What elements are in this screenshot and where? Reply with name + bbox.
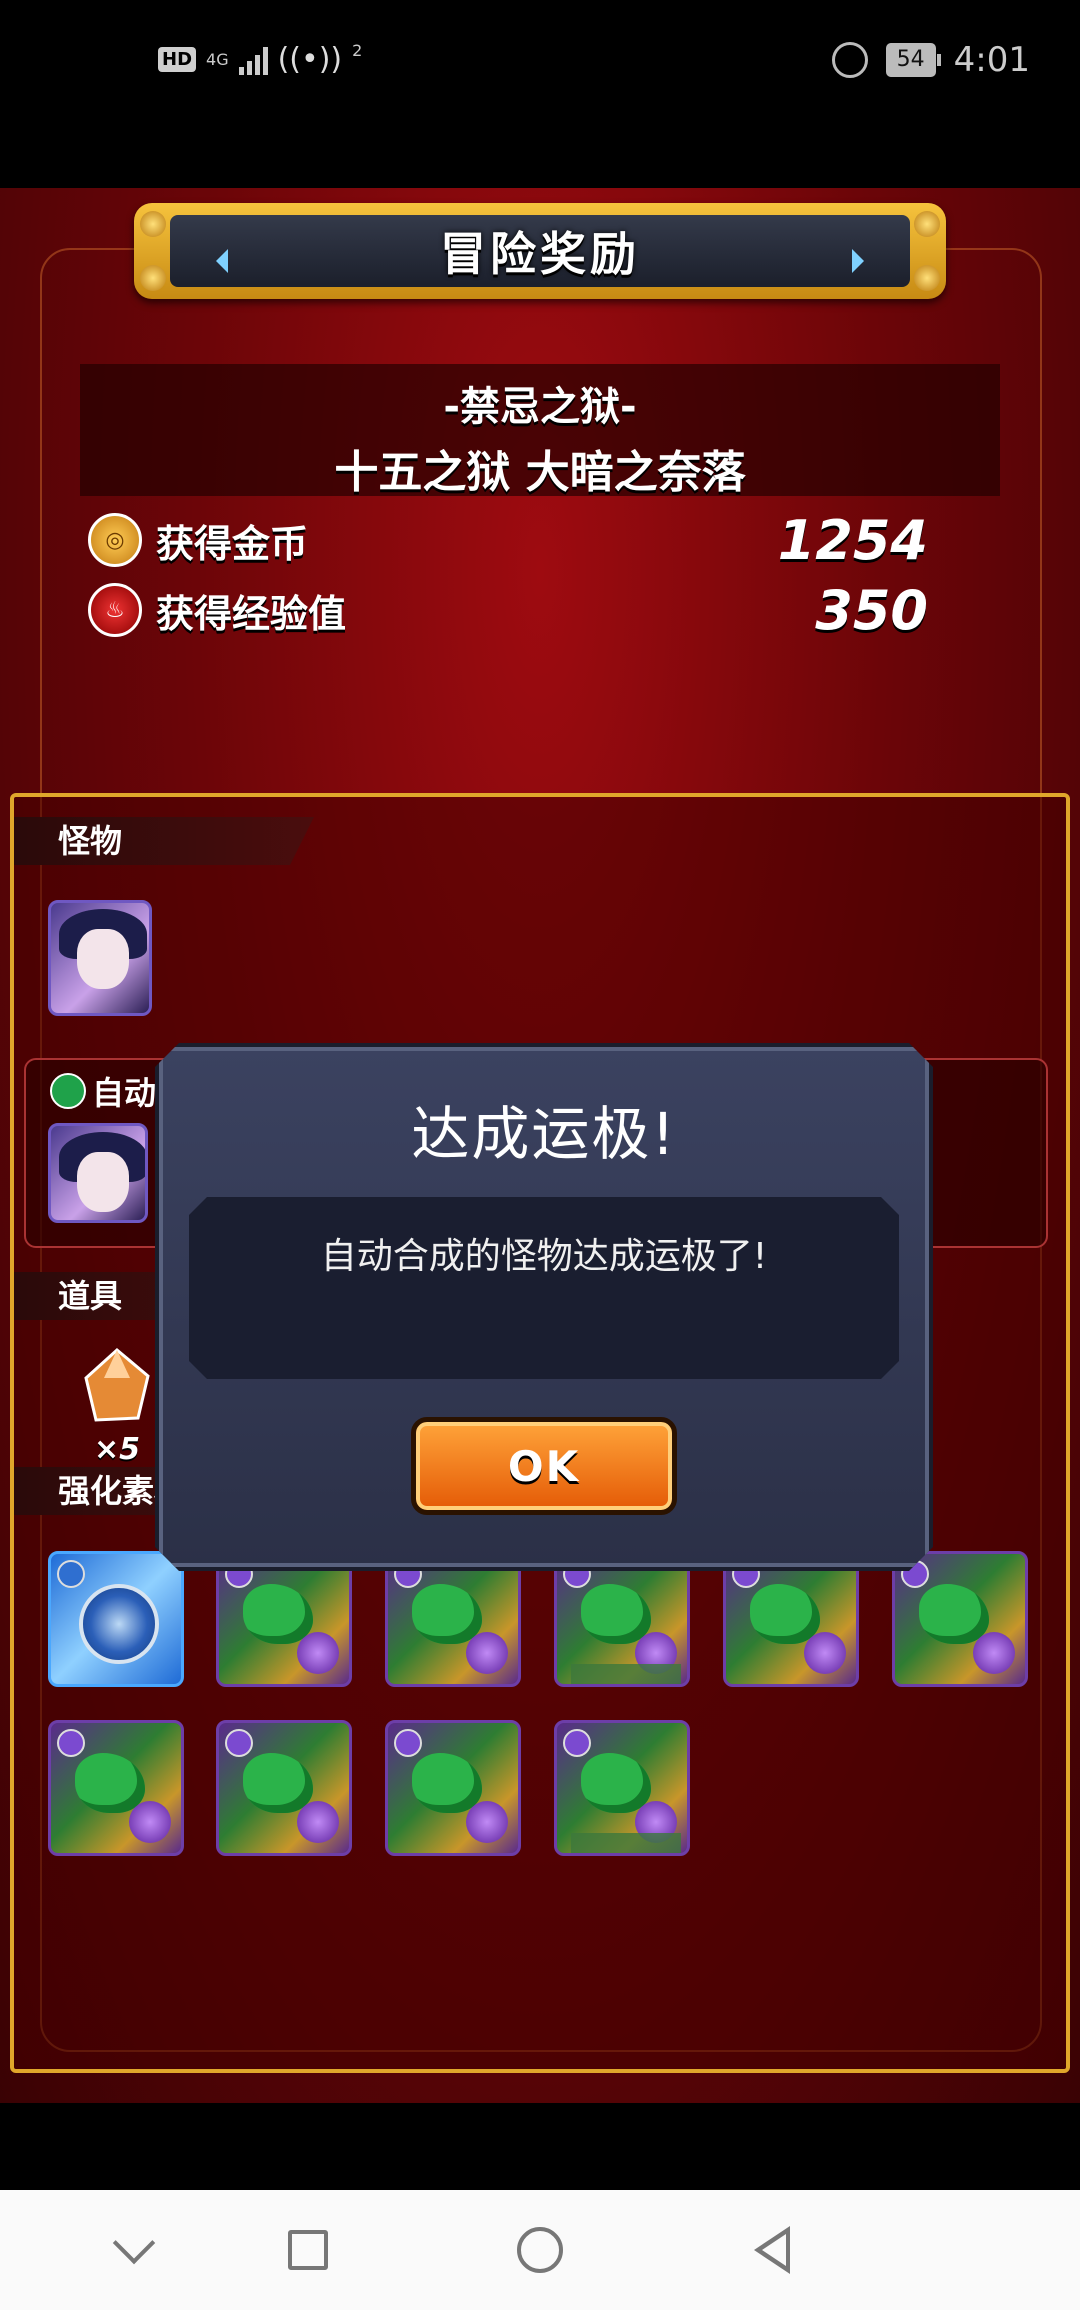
green-dragon-material-icon xyxy=(412,1753,482,1813)
alarm-icon xyxy=(831,42,868,78)
coin-icon: ◎ xyxy=(88,513,142,567)
gold-reward-row: ◎ 获得金币 1254 xyxy=(88,508,928,572)
bolt-decoration xyxy=(914,211,940,237)
element-badge-icon xyxy=(225,1729,253,1757)
nav-collapse-button[interactable] xyxy=(104,2220,164,2280)
jewel-icon xyxy=(297,1801,339,1843)
hotspot-count: 2 xyxy=(352,40,363,60)
ok-button[interactable]: OK xyxy=(411,1417,677,1515)
gold-label: 获得金币 xyxy=(156,521,309,566)
green-dragon-material-icon xyxy=(750,1584,820,1644)
nav-recents-button[interactable] xyxy=(278,2220,338,2280)
dialog-message: 自动合成的怪物达成运极了! xyxy=(320,1236,768,1277)
arrow-right-icon xyxy=(852,249,864,273)
material-slot[interactable] xyxy=(385,1551,521,1687)
orange-crystal-icon xyxy=(84,1348,150,1422)
stage-info: -禁忌之狱- 十五之狱 大暗之奈落 xyxy=(80,364,1000,498)
nav-home-button[interactable] xyxy=(510,2220,570,2280)
home-icon xyxy=(517,2227,563,2273)
material-slot[interactable] xyxy=(892,1551,1028,1687)
green-dragon-material-icon xyxy=(412,1584,482,1644)
element-badge-icon xyxy=(563,1729,591,1757)
exp-reward-row: ♨ 获得经验值 350 xyxy=(88,578,928,642)
gold-value: 1254 xyxy=(777,508,928,572)
material-slot[interactable] xyxy=(385,1720,521,1856)
green-dragon-material-icon xyxy=(75,1753,145,1813)
auto-label-text: 自动 xyxy=(92,1074,157,1112)
ok-button-label: OK xyxy=(507,1441,581,1491)
network-type: 4G xyxy=(206,49,229,69)
element-badge-icon xyxy=(394,1729,422,1757)
system-nav-bar xyxy=(0,2190,1080,2310)
material-tag xyxy=(571,1833,681,1853)
material-slot[interactable] xyxy=(216,1551,352,1687)
title-plate: 冒险奖励 xyxy=(170,215,910,287)
dialog-title: 达成运极! xyxy=(411,1100,677,1168)
arrow-left-icon xyxy=(216,249,228,273)
stage-name: 十五之狱 大暗之奈落 xyxy=(334,447,746,498)
material-tag xyxy=(571,1664,681,1684)
material-slot[interactable] xyxy=(723,1551,859,1687)
jewel-icon xyxy=(466,1801,508,1843)
jewel-icon xyxy=(466,1632,508,1674)
jewel-icon xyxy=(804,1632,846,1674)
status-bar: HD 4G ((•)) 2 54 4:01 xyxy=(0,0,1080,130)
chevron-down-icon xyxy=(112,2221,156,2265)
title-banner: 冒险奖励 xyxy=(134,203,946,299)
monster-card[interactable] xyxy=(48,1123,148,1223)
green-dragon-material-icon xyxy=(243,1584,313,1644)
hd-badge: HD xyxy=(158,47,197,72)
signal-icon xyxy=(238,45,268,75)
bolt-decoration xyxy=(914,265,940,291)
back-icon xyxy=(754,2226,790,2274)
material-slot[interactable] xyxy=(216,1720,352,1856)
clock: 4:01 xyxy=(953,40,1030,80)
jewel-icon xyxy=(297,1632,339,1674)
stage-area: -禁忌之狱- xyxy=(443,384,637,430)
exp-icon: ♨ xyxy=(88,583,142,637)
nav-back-button[interactable] xyxy=(742,2220,802,2280)
element-badge-icon xyxy=(57,1560,85,1588)
dialog-body: 自动合成的怪物达成运极了! xyxy=(189,1197,899,1379)
hotspot-icon: ((•)) xyxy=(277,42,343,77)
auto-synthesis-icon xyxy=(50,1073,86,1109)
blue-orb-material-icon xyxy=(79,1584,159,1664)
section-monsters: 怪物 xyxy=(14,817,314,865)
auto-synthesis-label: 自动 xyxy=(50,1068,156,1114)
status-left: HD 4G ((•)) 2 xyxy=(158,42,362,77)
page-title: 冒险奖励 xyxy=(440,227,640,281)
monster-face xyxy=(77,1152,129,1212)
material-slot[interactable] xyxy=(554,1720,690,1856)
exp-label: 获得经验值 xyxy=(156,591,347,636)
jewel-icon xyxy=(973,1632,1015,1674)
item-slot[interactable]: ×5 xyxy=(72,1348,162,1467)
material-slot[interactable] xyxy=(48,1551,184,1687)
material-slot[interactable] xyxy=(48,1720,184,1856)
monster-face xyxy=(77,929,129,989)
bolt-decoration xyxy=(140,265,166,291)
green-dragon-material-icon xyxy=(581,1584,651,1644)
bolt-decoration xyxy=(140,211,166,237)
recents-icon xyxy=(288,2230,328,2270)
jewel-icon xyxy=(129,1801,171,1843)
material-slot[interactable] xyxy=(554,1551,690,1687)
green-dragon-material-icon xyxy=(243,1753,313,1813)
battery-indicator: 54 xyxy=(885,43,941,77)
green-dragon-material-icon xyxy=(581,1753,651,1813)
max-luck-dialog: 达成运极! 自动合成的怪物达成运极了! OK xyxy=(155,1043,933,1571)
exp-value: 350 xyxy=(815,578,928,642)
green-dragon-material-icon xyxy=(919,1584,989,1644)
item-quantity: ×5 xyxy=(93,1432,140,1467)
monster-card[interactable] xyxy=(48,900,152,1016)
element-badge-icon xyxy=(57,1729,85,1757)
reward-screen: 冒险奖励 -禁忌之狱- 十五之狱 大暗之奈落 ◎ 获得金币 1254 ♨ 获得经… xyxy=(0,188,1080,2103)
status-right: 54 4:01 xyxy=(831,40,1030,80)
